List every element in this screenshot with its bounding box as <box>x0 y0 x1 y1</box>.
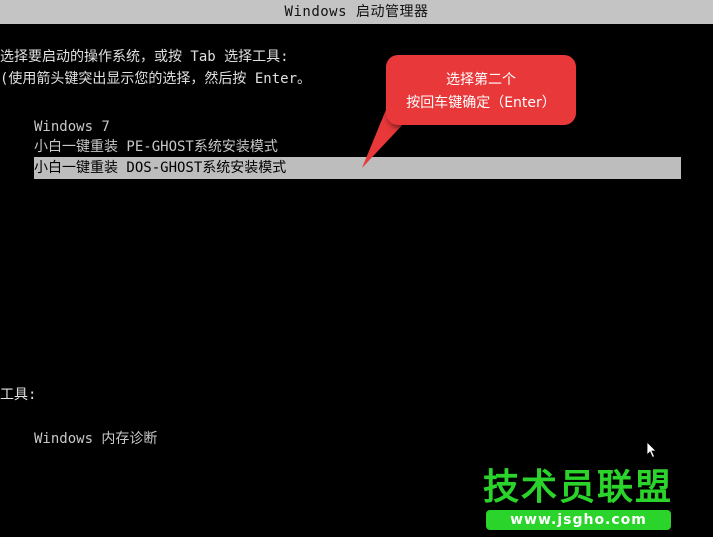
instruction-line-2: (使用箭头键突出显示您的选择，然后按 Enter。 <box>0 71 311 87</box>
instruction-line-1: 选择要启动的操作系统，或按 Tab 选择工具: <box>0 49 289 65</box>
boot-option-pe-ghost[interactable]: 小白一键重装 PE-GHOST系统安装模式 <box>34 136 278 158</box>
annotation-callout: 选择第二个 按回车键确定（Enter） <box>386 55 576 125</box>
boot-option-windows-7[interactable]: Windows 7 <box>34 116 110 138</box>
window-title: Windows 启动管理器 <box>284 4 429 20</box>
tool-windows-memory-diagnostic[interactable]: Windows 内存诊断 <box>34 430 157 448</box>
watermark-title: 技术员联盟 <box>483 467 674 508</box>
tools-heading: 工具: <box>0 387 37 403</box>
watermark-logo: 技术员联盟 www.jsgho.com <box>483 468 673 532</box>
window-title-bar: Windows 启动管理器 <box>0 0 713 24</box>
watermark-url: www.jsgho.com <box>486 510 671 530</box>
mouse-pointer-icon <box>646 441 657 459</box>
callout-text-line-1: 选择第二个 <box>446 72 516 88</box>
boot-option-dos-ghost[interactable]: 小白一键重装 DOS-GHOST系统安装模式 <box>34 157 681 179</box>
callout-text-line-2: 按回车键确定（Enter） <box>406 95 556 111</box>
